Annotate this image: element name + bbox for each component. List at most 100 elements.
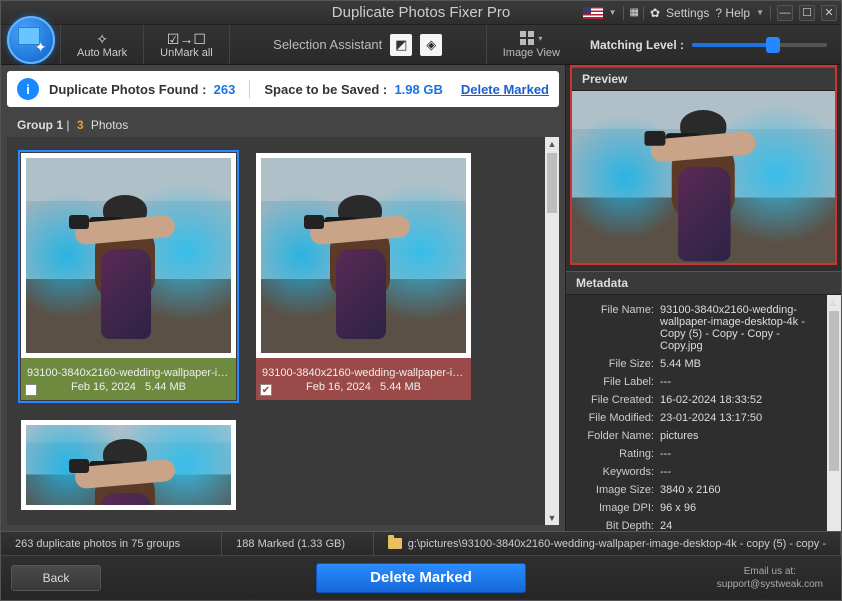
selection-assistant: Selection Assistant ◩ ◈ [230,25,486,64]
group-header: Group 1 | 3 Photos [1,113,565,137]
space-value: 1.98 GB [394,82,442,97]
metadata-key: File Size: [570,358,660,370]
help-link[interactable]: ? Help [715,6,750,20]
unmark-all-button[interactable]: ☑→☐ UnMark all [144,25,230,64]
app-logo [1,25,61,64]
metadata-value: 3840 x 2160 [660,484,837,496]
photo-date: Feb 16, 2024 [306,381,371,393]
metadata-header: Metadata [566,271,841,295]
group-count: 3 [77,118,84,132]
back-button[interactable]: Back [11,565,101,591]
photo-thumbnail[interactable] [21,420,236,510]
selection-assistant-label: Selection Assistant [273,37,382,52]
metadata-key: File Created: [570,394,660,406]
photo-thumbnail[interactable] [256,153,471,358]
found-label: Duplicate Photos Found : [49,82,206,97]
matching-level-slider[interactable] [692,43,827,47]
metadata-value: --- [660,448,837,460]
maximize-button[interactable]: ☐ [799,5,815,21]
photo-meta-bar: 93100-3840x2160-wedding-wallpaper-im… Fe… [256,358,471,400]
photo-meta-bar: 93100-3840x2160-wedding-wallpaper-im… Fe… [21,358,236,400]
close-button[interactable]: ✕ [821,5,837,21]
auto-mark-label: Auto Mark [77,47,127,59]
status-path: g:\pictures\93100-3840x2160-wedding-wall… [408,538,826,550]
metadata-value: --- [660,376,837,388]
metadata-key: File Label: [570,376,660,388]
photo-date: Feb 16, 2024 [71,381,136,393]
minimize-button[interactable]: — [777,5,793,21]
results-panel: i Duplicate Photos Found : 263 Space to … [1,65,566,531]
photo-card[interactable]: 93100-3840x2160-wedding-wallpaper-im… Fe… [256,153,471,400]
title-bar: Duplicate Photos Fixer Pro ▼ ▦ ✿ Setting… [1,1,841,25]
metadata-key: Image DPI: [570,502,660,514]
image-view-button[interactable]: ▾ Image View [486,25,576,64]
metadata-row: Image DPI:96 x 96 [570,499,837,517]
preview-image [572,91,835,263]
metadata-key: File Modified: [570,412,660,424]
metadata-value: 5.44 MB [660,358,837,370]
metadata-key: Folder Name: [570,430,660,442]
metadata-row: File Name:93100-3840x2160-wedding-wallpa… [570,301,837,355]
photo-card[interactable]: 93100-3840x2160-wedding-wallpaper-im… Fe… [21,153,236,400]
photo-size: 5.44 MB [380,381,421,393]
auto-mark-button[interactable]: ✧ Auto Mark [61,25,144,64]
metadata-panel: File Name:93100-3840x2160-wedding-wallpa… [566,295,841,531]
metadata-key: File Name: [570,304,660,352]
metadata-value: 96 x 96 [660,502,837,514]
metadata-row: Folder Name:pictures [570,427,837,445]
group-photos-label: Photos [91,118,128,132]
metadata-row: Rating:--- [570,445,837,463]
language-flag-icon[interactable] [583,7,603,19]
matching-level-label: Matching Level : [590,38,684,52]
metadata-row: File Modified:23-01-2024 13:17:50 [570,409,837,427]
metadata-row: File Size:5.44 MB [570,355,837,373]
side-panel: Preview Metadata File Name:93100-3840x21… [566,65,841,531]
image-view-label: Image View [503,47,560,59]
support-email: Email us at: support@systweak.com [717,565,823,591]
wand-icon: ✧ [96,31,108,47]
info-bar: i Duplicate Photos Found : 263 Space to … [7,71,559,107]
metadata-value: pictures [660,430,837,442]
assist-tool-2[interactable]: ◈ [420,34,442,56]
language-dd-icon[interactable]: ▼ [609,8,617,17]
space-label: Space to be Saved : [264,82,387,97]
unmark-all-label: UnMark all [160,47,213,59]
thumbnail-gallery: 93100-3840x2160-wedding-wallpaper-im… Fe… [7,137,559,525]
scroll-up-icon[interactable]: ▲ [827,295,841,309]
metadata-row: File Created:16-02-2024 18:33:52 [570,391,837,409]
group-label: Group 1 [17,118,63,132]
scroll-down-icon[interactable]: ▼ [545,511,559,525]
scroll-up-icon[interactable]: ▲ [545,137,559,151]
metadata-row: Bit Depth:24 [570,517,837,531]
metadata-value: 24 [660,520,837,531]
gear-icon: ✿ [650,6,660,20]
delete-marked-button[interactable]: Delete Marked [316,563,526,593]
photo-thumbnail[interactable] [21,153,236,358]
delete-marked-link[interactable]: Delete Marked [461,82,549,97]
metadata-scrollbar[interactable]: ▲ ▼ [827,295,841,531]
photo-filename: 93100-3840x2160-wedding-wallpaper-im… [256,365,471,381]
metadata-row: Image Size:3840 x 2160 [570,481,837,499]
grid-icon [520,31,534,45]
metadata-key: Bit Depth: [570,520,660,531]
assist-tool-1[interactable]: ◩ [390,34,412,56]
matching-level: Matching Level : [576,25,841,64]
photo-checkbox[interactable]: ✔ [260,384,272,396]
metadata-key: Keywords: [570,466,660,478]
settings-link[interactable]: Settings [666,6,709,20]
status-path-cell: g:\pictures\93100-3840x2160-wedding-wall… [374,532,841,555]
photo-checkbox[interactable] [25,384,37,396]
photo-filename: 93100-3840x2160-wedding-wallpaper-im… [21,365,236,381]
gallery-scrollbar[interactable]: ▲ ▼ [545,137,559,525]
photo-size: 5.44 MB [145,381,186,393]
email-address[interactable]: support@systweak.com [717,578,823,591]
metadata-value: --- [660,466,837,478]
metadata-row: Keywords:--- [570,463,837,481]
grid-small-icon[interactable]: ▦ [630,7,637,18]
preview-panel: Preview [570,65,837,265]
app-title: Duplicate Photos Fixer Pro [332,4,510,21]
email-label: Email us at: [717,565,823,578]
preview-header: Preview [572,67,835,91]
metadata-value: 16-02-2024 18:33:52 [660,394,837,406]
photo-card[interactable] [21,420,236,510]
